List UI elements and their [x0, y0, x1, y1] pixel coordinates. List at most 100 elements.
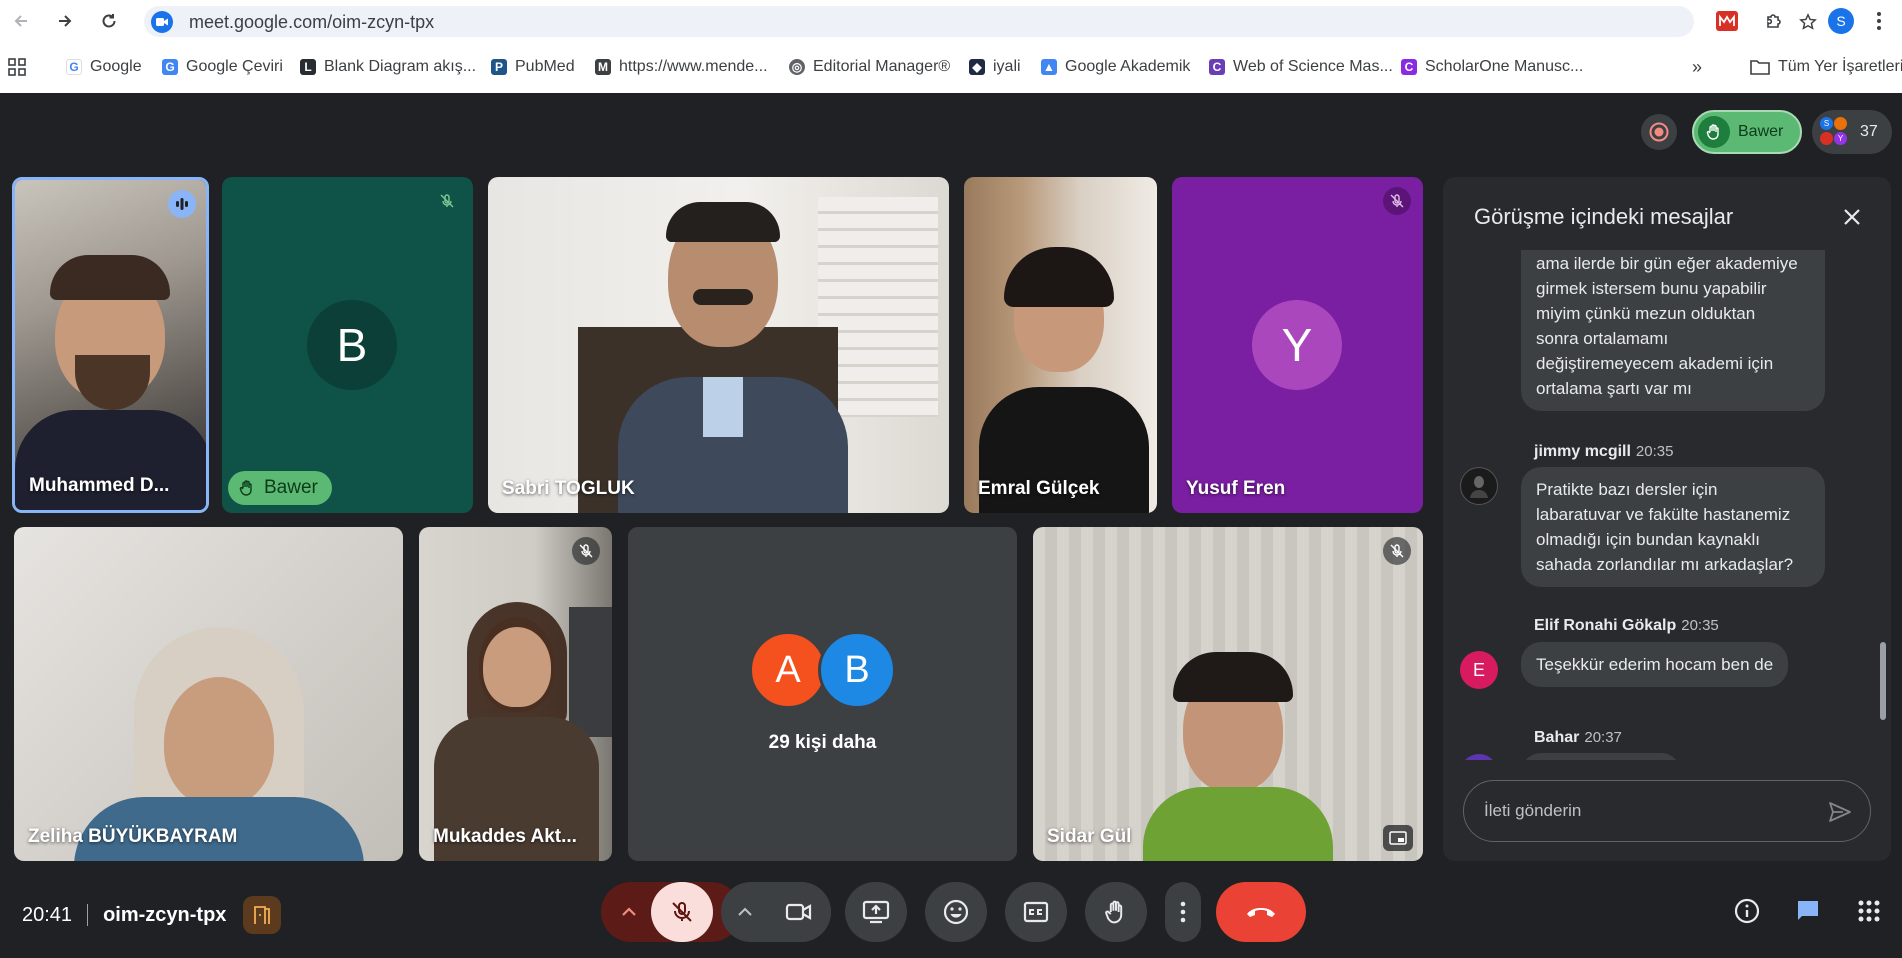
raise-hand-button[interactable]: [1085, 882, 1147, 942]
bookmark-google-akademik[interactable]: ▲ Google Akademik: [1041, 55, 1190, 79]
participant-tile-muhammed[interactable]: Muhammed D...: [12, 177, 209, 513]
mic-group: [601, 882, 741, 942]
present-screen-icon: [862, 900, 890, 924]
message-time: 20:35: [1681, 617, 1719, 634]
bookmark-label: Google Çeviri: [186, 58, 283, 75]
present-screen-button[interactable]: [845, 882, 907, 942]
bookmark-pubmed[interactable]: P PubMed: [491, 55, 575, 79]
url-text: meet.google.com/oim-zcyn-tpx: [189, 12, 435, 32]
recording-indicator[interactable]: [1641, 114, 1677, 150]
chat-button[interactable]: [1792, 895, 1824, 927]
bookmark-blank-diagram[interactable]: L Blank Diagram akış...: [300, 55, 476, 79]
bookmark-star-icon[interactable]: [1799, 13, 1817, 36]
message-line: olmadığı için bundan kaynaklı: [1536, 530, 1760, 549]
host-controls-icon[interactable]: [243, 896, 282, 934]
participant-name: Zeliha BÜYÜKBAYRAM: [28, 826, 238, 847]
extensions-puzzle-icon[interactable]: [1761, 8, 1787, 34]
people-button[interactable]: S Y 37: [1812, 110, 1892, 154]
participant-tile-yusuf[interactable]: Y Yusuf Eren: [1172, 177, 1423, 513]
send-message-button[interactable]: [1826, 798, 1854, 826]
translate-icon: G: [162, 59, 178, 75]
participant-name: Emral Gülçek: [978, 478, 1100, 499]
reactions-button[interactable]: [925, 882, 987, 942]
more-options-button[interactable]: [1165, 882, 1201, 942]
globe-icon: ◎: [789, 59, 805, 75]
profile-avatar[interactable]: S: [1828, 8, 1854, 34]
reload-icon: [102, 14, 116, 28]
extension-red-icon[interactable]: [1714, 8, 1740, 34]
chat-panel: Görüşme içindeki mesajlar ama ilerde bir…: [1443, 177, 1891, 861]
participant-tile-zeliha[interactable]: Zeliha BÜYÜKBAYRAM: [14, 527, 403, 861]
participant-tile-sabri[interactable]: Sabri TOGLUK: [488, 177, 949, 513]
back-button[interactable]: [8, 8, 34, 34]
chat-scrollbar[interactable]: [1880, 642, 1886, 720]
bookmark-editorial-manager[interactable]: ◎ Editorial Manager®: [789, 55, 950, 79]
end-call-icon: [1247, 908, 1275, 917]
bookmark-iyali[interactable]: ◆ iyali: [969, 55, 1021, 79]
mic-off-icon: [672, 902, 692, 922]
participant-name: Bawer: [264, 477, 318, 498]
message-sender: Elif Ronahi Gökalp 20:35: [1534, 617, 1719, 635]
sender-avatar: [1460, 467, 1498, 505]
participant-name: Mukaddes Akt...: [433, 826, 577, 847]
apps-grid-icon[interactable]: [8, 55, 26, 79]
picture-in-picture-icon[interactable]: [1383, 825, 1413, 851]
browser-menu-icon[interactable]: [1866, 8, 1892, 34]
bookmark-google[interactable]: G Google: [66, 55, 142, 79]
sender-name: Bahar: [1534, 729, 1580, 746]
meeting-info-button[interactable]: [1731, 895, 1763, 927]
reload-button[interactable]: [96, 8, 122, 34]
message-time: 20:37: [1584, 729, 1622, 746]
address-bar[interactable]: meet.google.com/oim-zcyn-tpx: [144, 6, 1817, 37]
divider: [87, 904, 89, 926]
audio-options-button[interactable]: [601, 882, 657, 942]
folder-icon: [1750, 60, 1770, 75]
all-bookmarks[interactable]: Tüm Yer İşaretleri: [1750, 55, 1902, 79]
forward-button[interactable]: [52, 8, 78, 34]
video-feed: [488, 177, 949, 513]
pubmed-icon: P: [491, 59, 507, 75]
message-line: sonra ortalamamı: [1536, 329, 1669, 348]
chat-message-input[interactable]: [1484, 781, 1824, 841]
captions-button[interactable]: [1005, 882, 1067, 942]
bookmark-scholarone[interactable]: C ScholarOne Manusc...: [1401, 55, 1583, 79]
participant-tile-emral[interactable]: Emral Gülçek: [964, 177, 1157, 513]
more-bookmarks-chevron-icon[interactable]: »: [1692, 55, 1702, 79]
leave-call-button[interactable]: [1216, 882, 1306, 942]
hand-raised-badge: Bawer: [228, 471, 332, 505]
activities-button[interactable]: [1853, 895, 1885, 927]
chat-message: Pratikte bazı dersler için labaratuvar v…: [1521, 467, 1825, 587]
message-line: labaratuvar ve fakülte hastanemiz: [1536, 505, 1791, 524]
send-icon: [1829, 802, 1851, 822]
sender-avatar: E: [1460, 651, 1498, 689]
speaking-indicator-icon: [168, 190, 196, 218]
mic-off-icon: [1383, 537, 1411, 565]
mic-off-icon: [1383, 187, 1411, 215]
participant-name: Sidar Gül: [1047, 826, 1132, 847]
bookmark-mendeley[interactable]: Mhttps://www.mende...: [595, 55, 768, 79]
participant-tile-mukaddes[interactable]: Mukaddes Akt...: [419, 527, 612, 861]
camera-toggle-button[interactable]: [767, 882, 831, 942]
participant-name: Muhammed D...: [29, 475, 170, 496]
bookmark-google-ceviri[interactable]: G Google Çeviri: [162, 55, 283, 79]
participant-tile-bawer[interactable]: B Bawer: [222, 177, 473, 513]
chat-messages[interactable]: ama ilerde bir gün eğer akademiye girmek…: [1443, 250, 1891, 760]
bookmark-label: https://www.mende...: [619, 58, 768, 75]
record-icon: [1649, 122, 1669, 142]
bookmark-label: ScholarOne Manusc...: [1425, 58, 1584, 75]
more-participants-tile[interactable]: A B 29 kişi daha: [628, 527, 1017, 861]
close-chat-button[interactable]: [1838, 203, 1866, 231]
raised-hands-pill[interactable]: Bawer: [1692, 110, 1802, 154]
participant-avatar: A: [749, 631, 827, 709]
chat-icon: [1798, 901, 1818, 920]
message-line: Teşekkür ederim hocam ben de: [1536, 655, 1774, 674]
close-icon: [1844, 209, 1860, 225]
chat-message: [1521, 753, 1681, 760]
mic-toggle-button[interactable]: [651, 882, 713, 942]
participant-tile-sidar[interactable]: Sidar Gül: [1033, 527, 1423, 861]
bookmark-web-of-science[interactable]: C Web of Science Mas...: [1209, 55, 1393, 79]
all-bookmarks-label: Tüm Yer İşaretleri: [1778, 58, 1902, 75]
video-options-button[interactable]: [721, 882, 769, 942]
participant-name: Sabri TOGLUK: [502, 478, 635, 499]
iyali-icon: ◆: [969, 59, 985, 75]
